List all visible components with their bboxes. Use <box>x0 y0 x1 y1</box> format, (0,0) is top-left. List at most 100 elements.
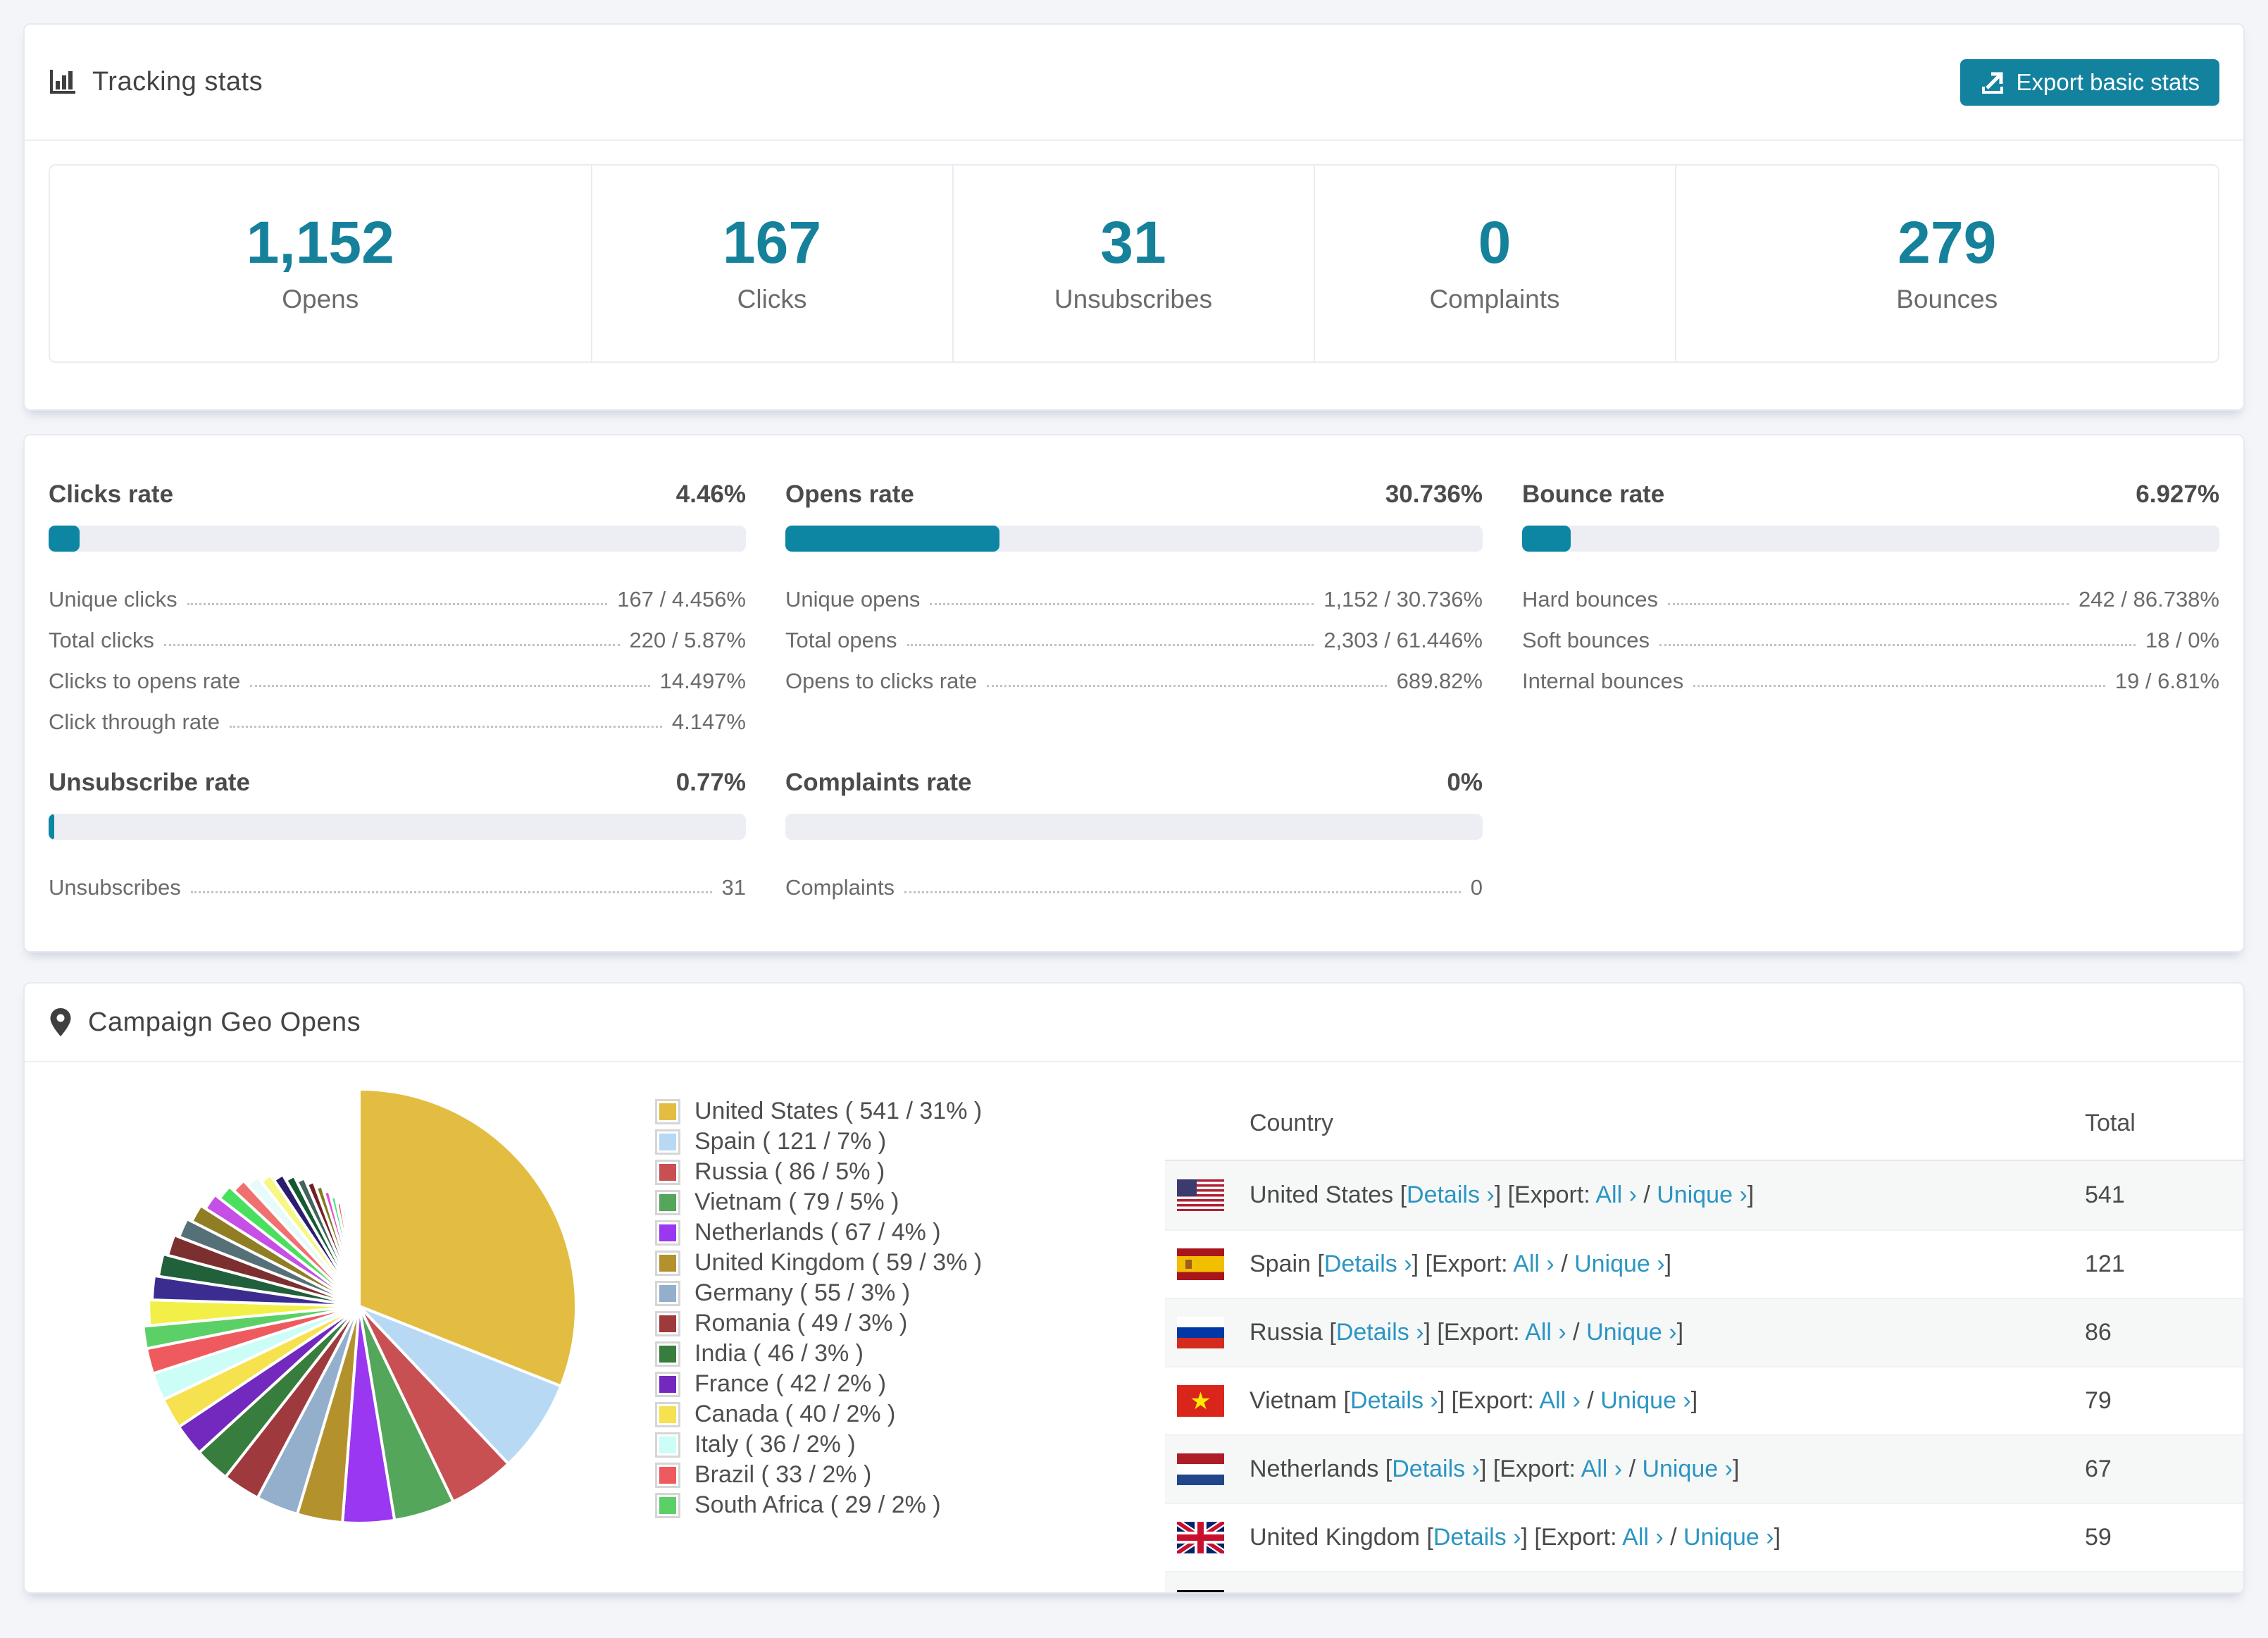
rate-detail-rows: Hard bounces242 / 86.738%Soft bounces18 … <box>1522 571 2219 694</box>
rate-detail-label: Unique opens <box>785 587 920 612</box>
country-name: Spain [ <box>1250 1251 1324 1277</box>
geo-opens-card: Campaign Geo Opens United States ( 541 /… <box>23 982 2245 1594</box>
country-links: Russia [Details ›] [Export: All › / Uniq… <box>1250 1319 1683 1346</box>
details-link[interactable]: Details › <box>1350 1387 1438 1414</box>
stat-label: Clicks <box>737 285 807 314</box>
rate-detail-label: Internal bounces <box>1522 669 1683 694</box>
bracket-text: ] <box>1691 1387 1697 1414</box>
rate-detail-rows: Unique opens1,152 / 30.736%Total opens2,… <box>785 571 1483 694</box>
export-icon <box>1980 70 2005 95</box>
legend-swatch <box>655 1251 680 1276</box>
rate-detail-row: Hard bounces242 / 86.738% <box>1522 571 2219 612</box>
geo-table-row: Russia [Details ›] [Export: All › / Uniq… <box>1165 1298 2243 1366</box>
export-unique-link[interactable]: Unique › <box>1574 1251 1665 1277</box>
stat-label: Complaints <box>1429 285 1559 314</box>
legend-item-united-kingdom: United Kingdom ( 59 / 3% ) <box>655 1248 982 1278</box>
legend-item-spain: Spain ( 121 / 7% ) <box>655 1127 982 1157</box>
page: Tracking stats Export basic stats 1,152O… <box>0 23 2268 1594</box>
slash-text: / <box>1581 1387 1600 1414</box>
slash-text: / <box>1664 1524 1683 1551</box>
rate-detail-value: 19 / 6.81% <box>2115 669 2219 694</box>
rate-detail-rows: Unique clicks167 / 4.456%Total clicks220… <box>49 571 746 735</box>
bracket-text: ] <box>1665 1251 1671 1277</box>
legend-label: Germany ( 55 / 3% ) <box>694 1279 910 1307</box>
rate-title: Complaints rate <box>785 769 972 797</box>
summary-stat-clicks: 167Clicks <box>592 166 954 361</box>
legend-swatch <box>655 1099 680 1124</box>
export-all-link[interactable]: All › <box>1622 1524 1664 1551</box>
country-cell: Spain [Details ›] [Export: All › / Uniqu… <box>1177 1248 2085 1280</box>
rate-block-clicks-rate: Clicks rate4.46%Unique clicks167 / 4.456… <box>49 480 746 735</box>
rate-detail-row: Total opens2,303 / 61.446% <box>785 612 1483 653</box>
rate-header: Bounce rate6.927% <box>1522 480 2219 509</box>
legend-swatch <box>655 1281 680 1306</box>
geo-pie-chart[interactable] <box>120 1067 599 1546</box>
rate-value: 4.46% <box>676 480 746 509</box>
page-title: Tracking stats <box>49 67 263 97</box>
bracket-text: ] [Export: <box>1438 1387 1540 1414</box>
rate-value: 6.927% <box>2136 480 2219 509</box>
geo-table-row: United States [Details ›] [Export: All ›… <box>1165 1161 2243 1229</box>
total-cell: 121 <box>2085 1251 2243 1278</box>
details-link[interactable]: Details › <box>1336 1319 1424 1346</box>
details-link[interactable]: Details › <box>1407 1181 1495 1208</box>
legend-item-vietnam: Vietnam ( 79 / 5% ) <box>655 1187 982 1217</box>
rate-progress-bar <box>785 814 1483 840</box>
dotted-leader <box>187 603 608 605</box>
us-flag-icon <box>1177 1179 1224 1211</box>
export-unique-link[interactable]: Unique › <box>1600 1387 1691 1414</box>
total-cell: 59 <box>2085 1524 2243 1551</box>
export-unique-link[interactable]: Unique › <box>1586 1319 1677 1346</box>
geo-table-row: ★Vietnam [Details ›] [Export: All › / Un… <box>1165 1366 2243 1434</box>
rate-detail-rows: Unsubscribes31 <box>49 860 746 900</box>
summary-stats-strip: 1,152Opens167Clicks31Unsubscribes0Compla… <box>49 164 2219 363</box>
summary-stat-bounces: 279Bounces <box>1676 166 2219 361</box>
legend-item-netherlands: Netherlands ( 67 / 4% ) <box>655 1217 982 1248</box>
export-all-link[interactable]: All › <box>1539 1387 1581 1414</box>
legend-label: Italy ( 36 / 2% ) <box>694 1431 856 1458</box>
geo-table-row: Spain [Details ›] [Export: All › / Uniqu… <box>1165 1229 2243 1298</box>
country-cell: Russia [Details ›] [Export: All › / Uniq… <box>1177 1317 2085 1348</box>
legend-swatch <box>655 1220 680 1246</box>
export-unique-link[interactable]: Unique › <box>1642 1456 1733 1482</box>
country-name: Russia [ <box>1250 1319 1336 1346</box>
legend-item-france: France ( 42 / 2% ) <box>655 1369 982 1399</box>
rate-detail-label: Clicks to opens rate <box>49 669 240 694</box>
bracket-text: ] <box>1747 1181 1754 1208</box>
rate-value: 0.77% <box>676 769 746 797</box>
rate-detail-row: Opens to clicks rate689.82% <box>785 653 1483 694</box>
page-title-text: Tracking stats <box>92 67 263 97</box>
slash-text: / <box>1566 1319 1586 1346</box>
country-cell: Netherlands [Details ›] [Export: All › /… <box>1177 1453 2085 1485</box>
rate-progress-fill <box>49 814 54 840</box>
export-unique-link[interactable]: Unique › <box>1657 1181 1747 1208</box>
rate-detail-value: 14.497% <box>660 669 746 694</box>
export-all-link[interactable]: All › <box>1581 1456 1623 1482</box>
export-all-link[interactable]: All › <box>1513 1251 1554 1277</box>
export-all-link[interactable]: All › <box>1595 1181 1637 1208</box>
details-link[interactable]: Details › <box>1324 1251 1412 1277</box>
de-flag-icon <box>1177 1590 1224 1594</box>
rates-grid: Clicks rate4.46%Unique clicks167 / 4.456… <box>49 480 2219 900</box>
export-basic-stats-button[interactable]: Export basic stats <box>1960 59 2219 106</box>
bracket-text: ] [Export: <box>1495 1181 1596 1208</box>
legend-swatch <box>655 1160 680 1185</box>
legend-swatch <box>655 1129 680 1155</box>
rate-block-bounce-rate: Bounce rate6.927% Hard bounces242 / 86.73… <box>1522 480 2219 735</box>
legend-swatch <box>655 1372 680 1397</box>
export-all-link[interactable]: All › <box>1525 1319 1566 1346</box>
legend-item-brazil: Brazil ( 33 / 2% ) <box>655 1460 982 1490</box>
rate-progress-fill <box>1522 526 1571 552</box>
rate-detail-row: Unique clicks167 / 4.456% <box>49 571 746 612</box>
stat-value: 279 <box>1898 213 1996 272</box>
legend-swatch <box>655 1190 680 1215</box>
stat-label: Unsubscribes <box>1054 285 1212 314</box>
legend-item-canada: Canada ( 40 / 2% ) <box>655 1399 982 1429</box>
export-unique-link[interactable]: Unique › <box>1683 1524 1774 1551</box>
details-link[interactable]: Details › <box>1433 1524 1521 1551</box>
rate-title: Unsubscribe rate <box>49 769 250 797</box>
rate-detail-label: Hard bounces <box>1522 587 1658 612</box>
rate-detail-rows: Complaints0 <box>785 860 1483 900</box>
export-button-label: Export basic stats <box>2017 69 2200 96</box>
details-link[interactable]: Details › <box>1392 1456 1480 1482</box>
